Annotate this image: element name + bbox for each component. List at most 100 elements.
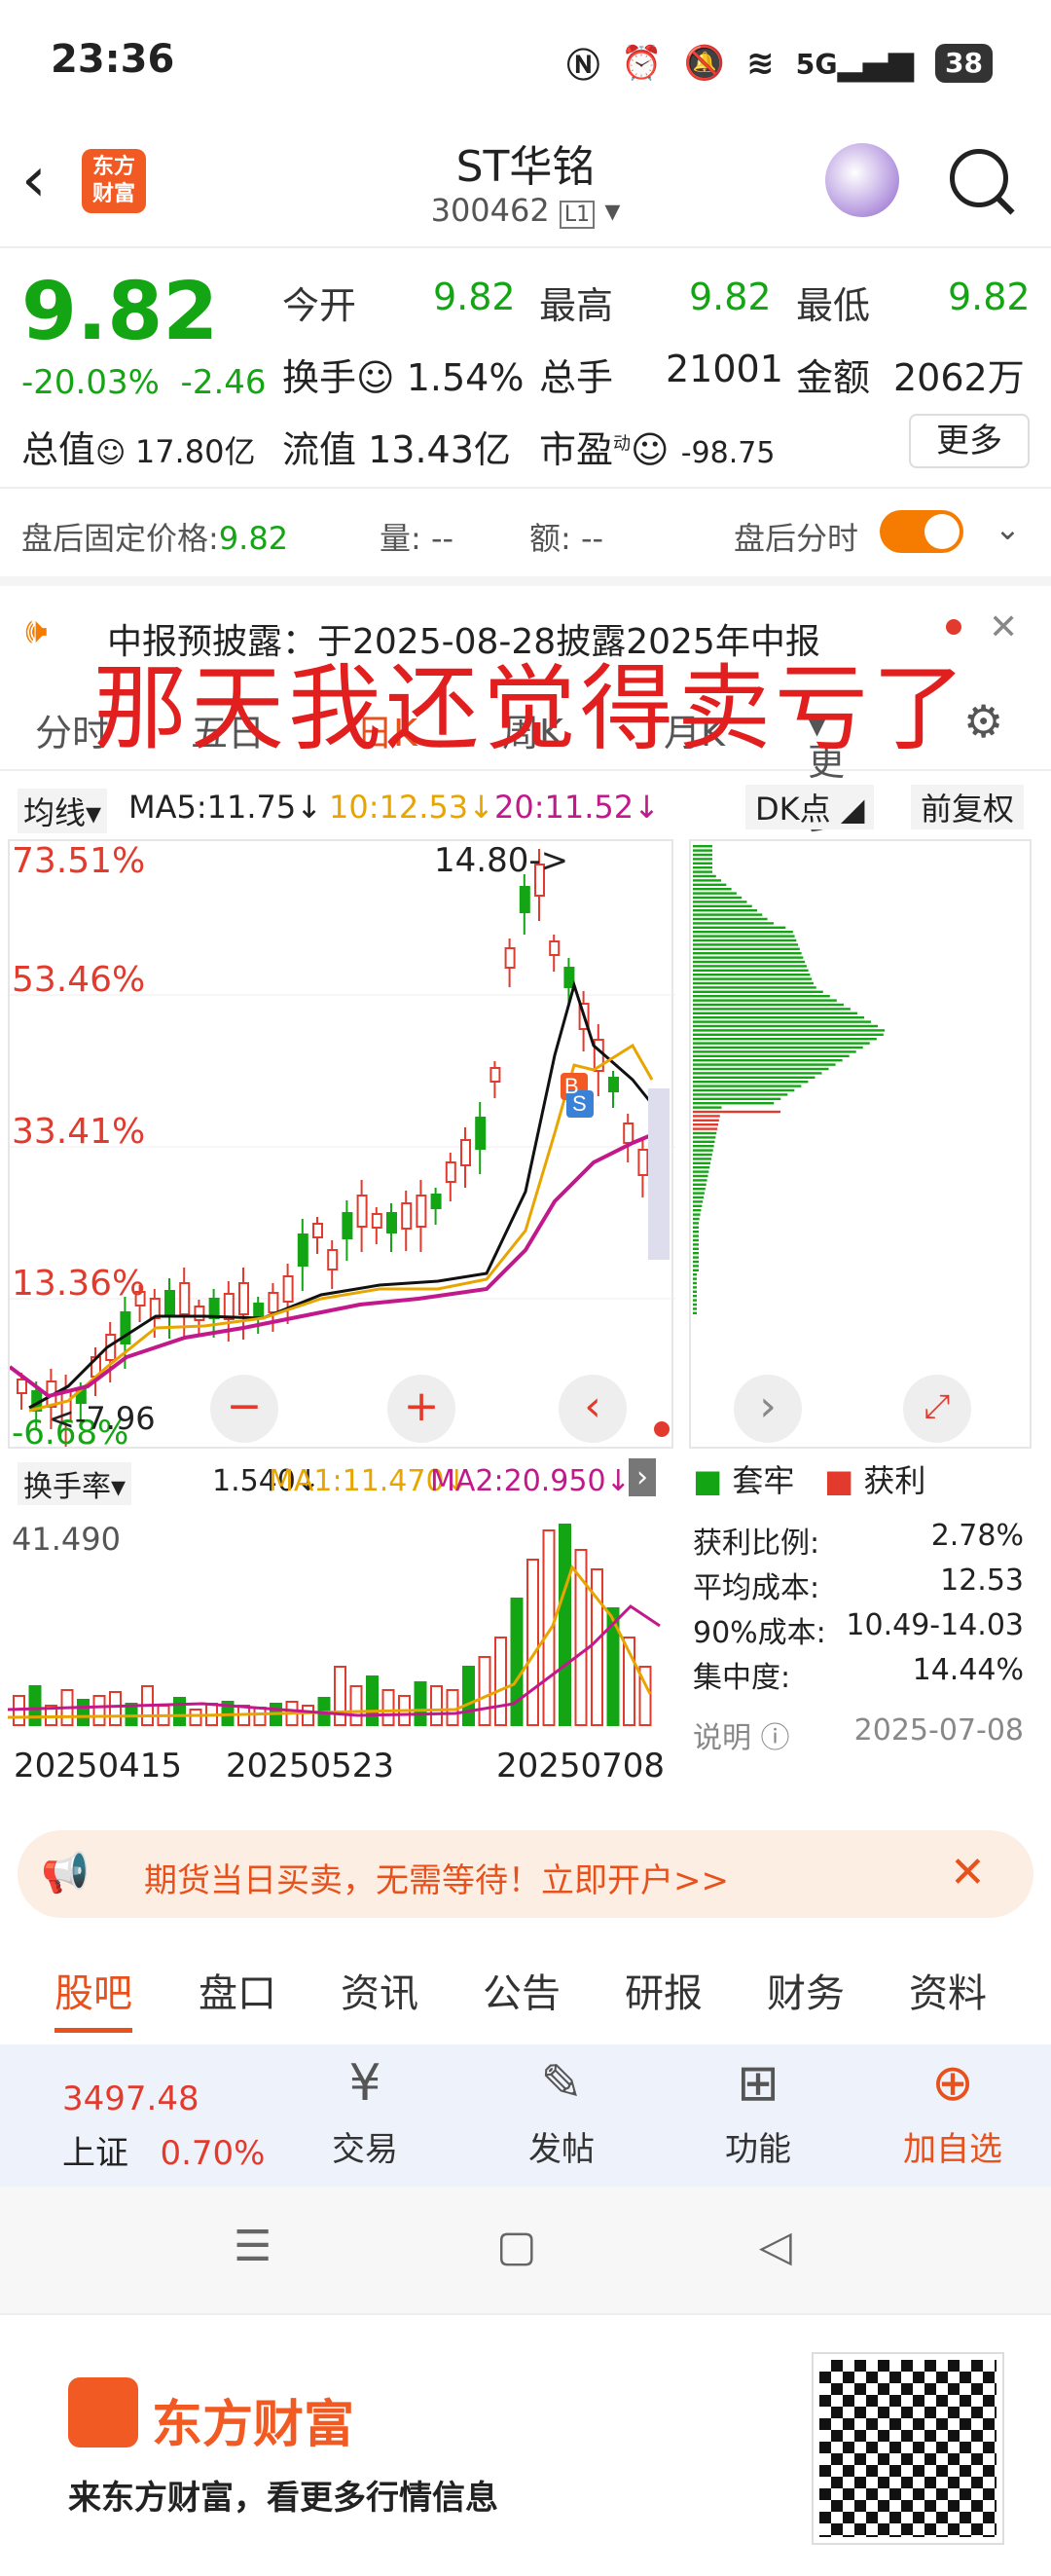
chip-bar (693, 1059, 843, 1062)
pct-change: -20.03% (21, 363, 160, 402)
trade-button[interactable]: ¥ 交易 (282, 2044, 448, 2170)
pe-value: -98.75 (680, 436, 776, 470)
wifi-icon: ≋ (746, 43, 775, 83)
chip-bar (693, 1123, 718, 1126)
chip-bar (693, 1024, 879, 1028)
zoom-out-button[interactable]: − (210, 1375, 278, 1443)
chip-bar (693, 1281, 697, 1285)
chip-bar (693, 1110, 780, 1114)
tab-pankou[interactable]: 盘口 (199, 1962, 276, 2018)
settings-icon[interactable]: ⚙ (963, 695, 1003, 748)
chip-bar (693, 1093, 788, 1096)
ytick-1: 73.51% (12, 841, 146, 881)
promo-banner[interactable]: 📢 期货当日买卖，无需等待！立即开户>> ✕ (18, 1830, 1033, 1918)
battery-icon: 38 (935, 43, 993, 83)
candle-body (519, 886, 530, 913)
high-annotation: 14.80-> (434, 841, 569, 880)
chip-bar (693, 1222, 699, 1225)
volume-bar (253, 1707, 267, 1726)
chip-bar (693, 999, 837, 1002)
search-icon[interactable] (950, 149, 1008, 207)
scroll-right-button[interactable]: › (734, 1375, 802, 1443)
after-hours-bar: 盘后固定价格:9.82 量: -- 额: -- 盘后分时 ⌄ (0, 487, 1051, 574)
index-ticker[interactable]: 3497.48 上证 0.70% (62, 2079, 265, 2174)
tab-profile[interactable]: 资料 (909, 1962, 987, 2018)
candle-body (401, 1202, 413, 1230)
bottom-nav: 3497.48 上证 0.70% ¥ 交易 ✎ 发帖 ⊞ 功能 ⊕ 加自选 (0, 2044, 1051, 2187)
chip-bar (693, 956, 804, 959)
high-value: 9.82 (689, 276, 772, 318)
chip-bar (693, 1209, 702, 1212)
assistant-robot-icon[interactable] (825, 143, 899, 217)
tab-news[interactable]: 资讯 (341, 1962, 418, 2018)
zoom-in-button[interactable]: + (387, 1375, 455, 1443)
chip-bar (693, 1081, 809, 1084)
chip-bar (693, 1192, 705, 1195)
expand-icon[interactable]: ⤢ (903, 1375, 971, 1443)
tab-announcement[interactable]: 公告 (483, 1962, 561, 2018)
volume-bar (28, 1685, 42, 1726)
adjust-select[interactable]: 前复权 (911, 785, 1025, 829)
candle-body (268, 1292, 279, 1313)
chip-bar (693, 990, 823, 993)
function-button[interactable]: ⊞ 功能 (675, 2044, 841, 2170)
home-icon[interactable]: ▢ (496, 2222, 537, 2271)
dk-point-select[interactable]: DK点 ◢ (745, 785, 875, 829)
chip-bar (693, 1252, 699, 1255)
volume-bar (349, 1685, 363, 1726)
chip-bar (693, 874, 716, 878)
chip-bar (693, 901, 747, 903)
chip-bar (693, 1131, 717, 1135)
chevron-down-icon[interactable]: ⌄ (995, 510, 1021, 547)
add-watchlist-button[interactable]: ⊕ 加自选 (870, 2044, 1035, 2170)
after-hours-toggle[interactable] (880, 510, 963, 553)
collapse-icon[interactable]: › (629, 1458, 656, 1496)
info-link[interactable]: 说明 ⓘ (693, 1721, 790, 1755)
candle-body (312, 1223, 323, 1238)
chip-bar (693, 1029, 886, 1032)
volume-select[interactable]: 换手率▾ (18, 1462, 132, 1505)
chip-bar (693, 1140, 715, 1143)
signal-icon: 5G▂▄▆ (795, 43, 915, 83)
candle-body (356, 1195, 368, 1228)
chip-bar (693, 862, 712, 865)
chip-bar (693, 1072, 822, 1075)
chip-bar (693, 1247, 699, 1250)
tab-research[interactable]: 研报 (625, 1962, 703, 2018)
tab-finance[interactable]: 财务 (767, 1962, 845, 2018)
chip-bar (693, 952, 802, 955)
candle-body (327, 1249, 339, 1270)
more-button[interactable]: 更多 (909, 414, 1030, 468)
content-tabs: 股吧 盘口 资讯 公告 研报 财务 资料 (0, 1937, 1051, 2035)
close-icon[interactable]: ✕ (989, 607, 1018, 647)
chip-bar (693, 879, 722, 882)
chip-legend: ■ 套牢 ■ 获利 (693, 1462, 926, 1499)
post-button[interactable]: ✎ 发帖 (479, 2044, 644, 2170)
back-nav-icon[interactable]: ◁ (759, 2222, 792, 2271)
chip-bar (693, 1158, 711, 1160)
close-icon[interactable]: ✕ (950, 1848, 986, 1897)
chip-bar (693, 947, 800, 950)
candle-body (371, 1213, 382, 1229)
brand-logo-icon (68, 2377, 138, 2447)
kline-chart[interactable]: B S 73.51% 53.46% 33.41% 13.36% -6.68% 1… (8, 839, 675, 1453)
chip-bar (693, 1188, 706, 1191)
menu-icon[interactable]: ☰ (234, 2222, 272, 2271)
nfc-icon: Ⓝ (566, 47, 600, 86)
tab-guba[interactable]: 股吧 (54, 1962, 132, 2033)
volume-bar (462, 1666, 475, 1726)
chip-bar (693, 849, 712, 852)
footer-ad: 东方财富 来东方财富，看更多行情信息 (0, 2313, 1051, 2576)
ma-bar: 均线▾ MA5:11.75↓ 10:12.53↓ 20:11.52↓ DK点 ◢… (0, 779, 1051, 833)
chip-bar (693, 1102, 775, 1105)
scroll-left-button[interactable]: ‹ (559, 1375, 627, 1443)
candle-body (342, 1212, 353, 1239)
volume-bar (381, 1689, 395, 1726)
amount-value: 2062万 (893, 356, 1025, 399)
chip-bar (693, 1299, 697, 1302)
indicator-select[interactable]: 均线▾ (18, 789, 108, 833)
chip-bar (693, 1277, 697, 1280)
chip-bar (693, 1016, 864, 1019)
chip-bar (693, 1226, 699, 1229)
candle-body (238, 1282, 249, 1315)
